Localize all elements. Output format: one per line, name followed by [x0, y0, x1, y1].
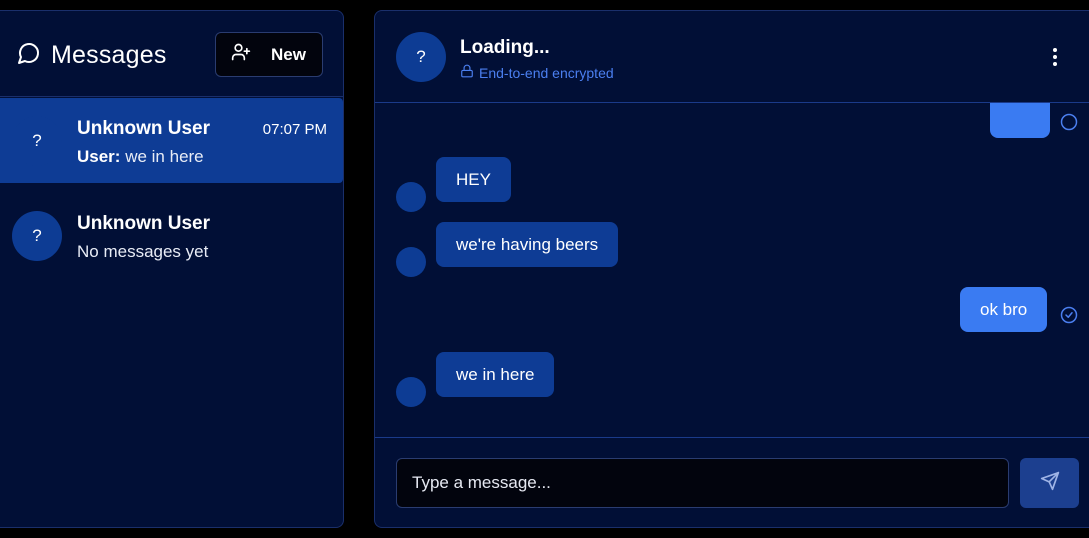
encryption-status: End-to-end encrypted	[460, 64, 614, 81]
encryption-label: End-to-end encrypted	[479, 64, 614, 81]
check-circle-icon	[1060, 306, 1078, 329]
sidebar-title-text: Messages	[51, 41, 167, 69]
lock-icon	[460, 64, 474, 81]
message-bubble-outgoing	[990, 103, 1050, 138]
sidebar-header: Messages New	[0, 11, 343, 97]
avatar	[396, 377, 426, 407]
conversation-name: Unknown User	[77, 213, 211, 234]
conversation-sidebar: Messages New ? Unknown User 07:07 PM Use…	[0, 10, 344, 528]
preview-text: we in here	[125, 147, 204, 166]
new-button-label: New	[271, 44, 306, 64]
conversation-item[interactable]: ? Unknown User No messages yet	[0, 193, 343, 278]
send-button[interactable]	[1020, 458, 1079, 508]
preview-sender: User:	[77, 147, 121, 166]
message-composer	[375, 437, 1089, 527]
message-list[interactable]: HEY we're having beers ok bro we in here	[375, 103, 1089, 437]
message-bubble-incoming: HEY	[436, 157, 511, 202]
chat-title: Loading...	[460, 37, 550, 58]
avatar: ?	[12, 116, 62, 166]
chat-bubble-icon	[17, 41, 41, 70]
conversation-item[interactable]: ? Unknown User 07:07 PM User: we in here	[0, 98, 343, 183]
conversation-preview: User: we in here	[77, 147, 204, 167]
conversation-name: Unknown User	[77, 118, 211, 139]
message-bubble-outgoing: ok bro	[960, 287, 1048, 332]
avatar	[396, 247, 426, 277]
conversation-preview: No messages yet	[77, 242, 209, 261]
user-plus-icon	[231, 42, 251, 67]
conversation-time: 07:07 PM	[262, 121, 327, 138]
message-bubble-incoming: we in here	[436, 352, 555, 397]
new-conversation-button[interactable]: New	[215, 32, 323, 77]
chat-panel: ? Loading... End-to-end encrypted HEY we…	[374, 10, 1089, 528]
avatar: ?	[396, 32, 446, 82]
chat-header: ? Loading... End-to-end encrypted	[375, 11, 1089, 103]
check-circle-icon	[1060, 113, 1078, 136]
message-bubble-incoming: we're having beers	[436, 222, 619, 267]
avatar: ?	[12, 211, 62, 261]
more-vertical-icon[interactable]	[1045, 45, 1065, 69]
avatar	[396, 182, 426, 212]
send-icon	[1040, 471, 1060, 496]
message-input[interactable]	[396, 458, 1009, 508]
sidebar-title: Messages	[17, 41, 167, 70]
